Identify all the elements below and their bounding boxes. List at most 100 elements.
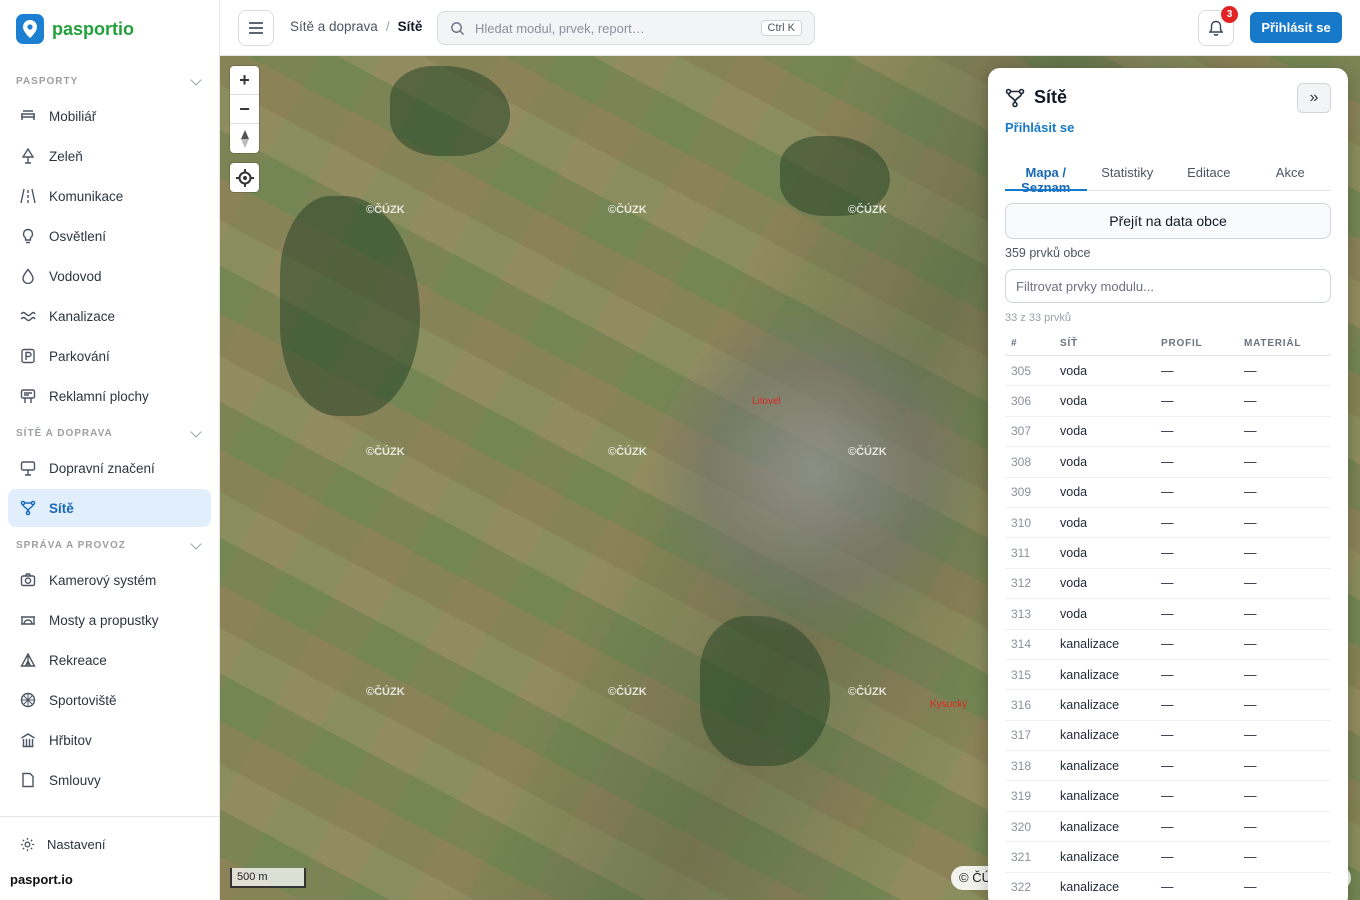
panel-login-link[interactable]: Přihlásit se bbox=[1005, 120, 1074, 135]
breadcrumb-parent[interactable]: Sítě a doprava bbox=[290, 19, 378, 34]
camera-icon bbox=[20, 572, 36, 588]
sidebar-item-waves[interactable]: Kanalizace bbox=[8, 297, 211, 335]
table-row[interactable]: 312 voda — — bbox=[1005, 569, 1331, 600]
table-row[interactable]: 317 kanalizace — — bbox=[1005, 721, 1331, 752]
sidebar-item-camera[interactable]: Kamerový systém bbox=[8, 561, 211, 599]
section-header[interactable]: SÍTĚ A DOPRAVA bbox=[16, 425, 204, 439]
cell-id: 307 bbox=[1011, 424, 1032, 439]
breadcrumb: Sítě a doprava / Sítě bbox=[290, 19, 422, 34]
table-row[interactable]: 322 kanalizace — — bbox=[1005, 873, 1331, 900]
column-header-id[interactable]: # bbox=[1005, 338, 1054, 349]
cell-id: 322 bbox=[1011, 880, 1032, 895]
compass-button[interactable] bbox=[230, 124, 259, 153]
sidebar-item-bulb[interactable]: Osvětlení bbox=[8, 217, 211, 255]
bell-icon bbox=[1208, 20, 1224, 36]
cell-profile: — bbox=[1161, 728, 1174, 743]
search-box[interactable]: Ctrl K bbox=[437, 11, 815, 45]
sidebar-item-bench[interactable]: Mobiliář bbox=[8, 97, 211, 135]
table-row[interactable]: 318 kanalizace — — bbox=[1005, 751, 1331, 782]
section-header[interactable]: SPRÁVA A PROVOZ bbox=[16, 537, 204, 551]
sidebar-item-billboard[interactable]: Reklamní plochy bbox=[8, 377, 211, 415]
cell-material: — bbox=[1244, 667, 1257, 682]
sidebar-item-parking[interactable]: Parkování bbox=[8, 337, 211, 375]
sidebar-item-label: Rekreace bbox=[49, 652, 107, 668]
cell-material: — bbox=[1244, 485, 1257, 500]
cell-network: kanalizace bbox=[1060, 849, 1120, 864]
table-row[interactable]: 320 kanalizace — — bbox=[1005, 812, 1331, 843]
cell-id: 311 bbox=[1011, 546, 1031, 561]
cell-id: 305 bbox=[1011, 363, 1032, 378]
cell-material: — bbox=[1244, 697, 1257, 712]
cell-id: 321 bbox=[1011, 849, 1032, 864]
column-header-network[interactable]: SÍŤ bbox=[1054, 338, 1155, 349]
map-forest bbox=[700, 616, 830, 766]
section-header[interactable]: PASPORTY bbox=[16, 73, 204, 87]
table-row[interactable]: 306 voda — — bbox=[1005, 386, 1331, 417]
column-header-material[interactable]: MATERIÁL bbox=[1238, 338, 1331, 349]
settings-link[interactable]: Nastavení bbox=[20, 837, 106, 852]
table-row[interactable]: 313 voda — — bbox=[1005, 599, 1331, 630]
sidebar-item-tent[interactable]: Rekreace bbox=[8, 641, 211, 679]
sidebar-item-label: Dopravní značení bbox=[49, 460, 155, 476]
sidebar-item-label: Mosty a propustky bbox=[49, 612, 159, 628]
billboard-icon bbox=[20, 388, 36, 404]
column-header-profile[interactable]: PROFIL bbox=[1155, 338, 1238, 349]
drop-icon bbox=[20, 268, 36, 284]
sidebar-item-tree[interactable]: Zeleň bbox=[8, 137, 211, 175]
tab-actions[interactable]: Akce bbox=[1250, 155, 1332, 190]
brand[interactable]: pasportio bbox=[16, 14, 134, 44]
building-icon bbox=[20, 732, 36, 748]
crosshair-icon bbox=[235, 168, 254, 187]
table-row[interactable]: 308 voda — — bbox=[1005, 447, 1331, 478]
cell-profile: — bbox=[1161, 546, 1174, 561]
tab-map-list[interactable]: Mapa / Seznam bbox=[1005, 155, 1087, 195]
tab-statistics[interactable]: Statistiky bbox=[1087, 155, 1169, 190]
sign-icon bbox=[20, 460, 36, 476]
breadcrumb-separator: / bbox=[385, 19, 390, 34]
table-row[interactable]: 321 kanalizace — — bbox=[1005, 842, 1331, 873]
cell-material: — bbox=[1244, 789, 1257, 804]
cell-profile: — bbox=[1161, 819, 1174, 834]
topbar: Sítě a doprava / Sítě Ctrl K 3 Přihlásit… bbox=[220, 0, 1360, 56]
search-input[interactable] bbox=[475, 20, 745, 36]
sidebar-item-label: Kamerový systém bbox=[49, 572, 157, 588]
filter-input[interactable] bbox=[1005, 269, 1331, 303]
table-row[interactable]: 305 voda — — bbox=[1005, 356, 1331, 387]
menu-button[interactable] bbox=[238, 10, 274, 46]
footer-brand: pasport.io bbox=[10, 872, 73, 887]
cell-profile: — bbox=[1161, 394, 1174, 409]
cell-network: kanalizace bbox=[1060, 758, 1120, 773]
login-button[interactable]: Přihlásit se bbox=[1250, 12, 1342, 43]
sidebar-item-sign[interactable]: Dopravní značení bbox=[8, 449, 211, 487]
cell-network: voda bbox=[1060, 394, 1088, 409]
sidebar-item-document[interactable]: Smlouvy bbox=[8, 761, 211, 799]
table-row[interactable]: 316 kanalizace — — bbox=[1005, 690, 1331, 721]
panel-title-text: Sítě bbox=[1034, 87, 1068, 107]
sidebar-item-label: Mobiliář bbox=[49, 108, 97, 124]
table-row[interactable]: 315 kanalizace — — bbox=[1005, 660, 1331, 691]
cell-network: kanalizace bbox=[1060, 789, 1120, 804]
cell-network: voda bbox=[1060, 606, 1088, 621]
sidebar-item-building[interactable]: Hřbitov bbox=[8, 721, 211, 759]
cell-network: voda bbox=[1060, 424, 1088, 439]
sidebar-item-road[interactable]: Komunikace bbox=[8, 177, 211, 215]
tab-editing[interactable]: Editace bbox=[1168, 155, 1250, 190]
sidebar-item-network[interactable]: Sítě bbox=[8, 489, 211, 527]
table-row[interactable]: 314 kanalizace — — bbox=[1005, 630, 1331, 660]
table-row[interactable]: 311 voda — — bbox=[1005, 538, 1331, 569]
geolocate-button[interactable] bbox=[230, 163, 259, 192]
sidebar-item-drop[interactable]: Vodovod bbox=[8, 257, 211, 295]
sidebar-item-ball[interactable]: Sportoviště bbox=[8, 681, 211, 719]
goto-municipality-data-button[interactable]: Přejít na data obce bbox=[1005, 203, 1331, 239]
table-row[interactable]: 319 kanalizace — — bbox=[1005, 781, 1331, 812]
network-icon bbox=[20, 500, 36, 516]
cell-material: — bbox=[1244, 728, 1257, 743]
sidebar-item-bridge[interactable]: Mosty a propustky bbox=[8, 601, 211, 639]
zoom-in-button[interactable]: + bbox=[230, 66, 259, 95]
table-row[interactable]: 307 voda — — bbox=[1005, 417, 1331, 448]
collapse-panel-button[interactable]: » bbox=[1297, 83, 1331, 113]
sidebar-item-label: Osvětlení bbox=[49, 228, 107, 244]
zoom-out-button[interactable]: − bbox=[230, 95, 259, 124]
table-row[interactable]: 309 voda — — bbox=[1005, 478, 1331, 508]
table-row[interactable]: 310 voda — — bbox=[1005, 508, 1331, 539]
